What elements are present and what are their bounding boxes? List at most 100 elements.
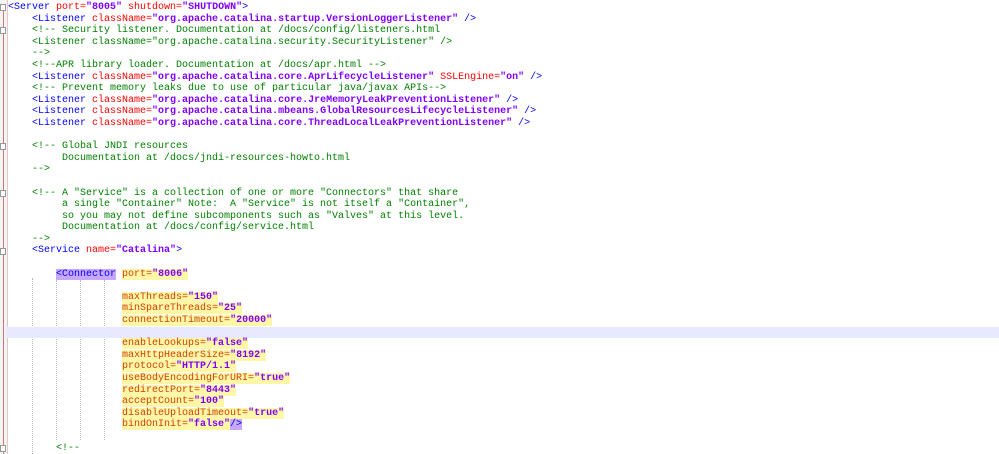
code-line[interactable]: ​ (8, 257, 999, 269)
xml-attribute: className= (86, 13, 153, 25)
code-line[interactable]: <!-- Prevent memory leaks due to use of … (8, 83, 999, 95)
code-line[interactable]: protocol="HTTP/1.1" (8, 361, 999, 373)
fold-margin[interactable] (0, 0, 8, 454)
xml-attribute: className= (86, 94, 153, 106)
code-line[interactable]: useBodyEncodingForURI="true" (8, 373, 999, 385)
xml-attribute: enableLookups= (122, 338, 207, 350)
code-line[interactable]: --> (8, 164, 999, 176)
xml-comment: Documentation at /docs/config/service.ht… (8, 222, 315, 234)
code-line[interactable]: maxThreads="150" (8, 291, 999, 304)
code-line[interactable]: minSpareThreads="25" (8, 303, 999, 315)
xml-comment: a single "Container" Note: A "Service" i… (8, 199, 471, 211)
code-line[interactable]: <!-- (8, 443, 999, 454)
code-line[interactable]: --> (8, 234, 999, 246)
code-line[interactable]: --> (8, 48, 999, 60)
xml-attribute: acceptCount= (122, 396, 195, 408)
code-line[interactable]: <!-- A "Service" is a collection of one … (8, 188, 999, 200)
xml-tag: /> (518, 106, 537, 118)
code-line[interactable]: acceptCount="100" (8, 396, 999, 408)
code-line[interactable]: so you may not define subcomponents such… (8, 211, 999, 223)
code-line[interactable]: enableLookups="false" (8, 338, 999, 350)
xml-comment: <!--APR library loader. Documentation at… (8, 59, 387, 71)
code-line[interactable]: connectionTimeout="20000" (8, 315, 999, 327)
xml-value: "org.apache.catalina.core.JreMemoryLeakP… (152, 94, 501, 106)
fold-toggle-icon[interactable] (0, 143, 6, 151)
code-line[interactable]: ​ (8, 176, 999, 188)
code-line[interactable]: <!-- Global JNDI resources (8, 141, 999, 153)
xml-attribute: maxThreads= (122, 291, 189, 303)
code-line[interactable]: <!--APR library loader. Documentation at… (8, 60, 999, 72)
code-line[interactable]: disableUploadTimeout="true" (8, 407, 999, 420)
xml-tag: <Connector (56, 268, 117, 280)
xml-value: "Catalina" (116, 245, 177, 257)
xml-tag: /> (512, 117, 531, 129)
code-line[interactable]: <Listener className="org.apache.catalina… (8, 37, 999, 49)
xml-value: "8443" (200, 384, 237, 396)
xml-tag: /> (500, 94, 519, 106)
code-line[interactable]: <Connector port="8006" (8, 268, 999, 281)
code-line[interactable]: a single "Container" Note: A "Service" i… (8, 199, 999, 211)
xml-attribute: name= (80, 245, 117, 257)
xml-tag: <Listener (32, 117, 87, 129)
xml-attribute: className= (86, 71, 153, 83)
code-line[interactable]: Documentation at /docs/config/service.ht… (8, 222, 999, 234)
code-line[interactable]: <Listener className="org.apache.catalina… (8, 106, 999, 118)
xml-comment: <!-- Security listener. Documentation at… (8, 25, 441, 37)
code-line[interactable]: <Service name="Catalina"> (8, 245, 999, 257)
xml-value: "SHUTDOWN" (182, 2, 243, 13)
fold-toggle-icon[interactable] (0, 444, 6, 452)
fold-toggle-icon[interactable] (0, 27, 6, 35)
code-line[interactable]: <Listener className="org.apache.catalina… (8, 95, 999, 107)
code-line[interactable]: ​ (8, 280, 999, 292)
xml-attribute: bindOnInit= (122, 419, 189, 431)
code-line[interactable]: <!-- Security listener. Documentation at… (8, 25, 999, 37)
xml-value: "org.apache.catalina.startup.VersionLogg… (152, 13, 459, 25)
xml-value: "20000" (230, 315, 273, 327)
xml-comment: --> (8, 48, 51, 60)
xml-comment: <Listener className="org.apache.catalina… (8, 36, 453, 48)
current-line[interactable]: ​ (6, 326, 999, 339)
xml-value: "8006" (152, 268, 189, 280)
code-line[interactable]: <Listener className="org.apache.catalina… (8, 72, 999, 84)
code-editor[interactable]: <Server port="8005" shutdown="SHUTDOWN">… (0, 0, 999, 454)
xml-attribute: port= (50, 2, 87, 13)
xml-tag: > (242, 2, 249, 13)
code-line[interactable]: ​ (8, 431, 999, 443)
xml-value: "false" (206, 338, 249, 350)
code-line[interactable]: ​ (8, 130, 999, 142)
xml-value: "150" (188, 291, 219, 303)
xml-attribute: SSLEngine= (434, 71, 501, 83)
xml-tag: <Service (32, 245, 81, 257)
code-line[interactable]: Documentation at /docs/jndi-resources-ho… (8, 153, 999, 165)
fold-toggle-icon[interactable] (0, 4, 6, 11)
code-line[interactable]: maxHttpHeaderSize="8192" (8, 349, 999, 362)
code-line[interactable]: bindOnInit="false"/> (8, 419, 999, 431)
fold-toggle-icon[interactable] (0, 189, 6, 197)
fold-toggle-icon[interactable] (0, 247, 6, 255)
code-line[interactable]: <Listener className="org.apache.catalina… (8, 14, 999, 26)
code-text-area[interactable]: <Server port="8005" shutdown="SHUTDOWN">… (6, 2, 999, 454)
xml-comment: <!-- Prevent memory leaks due to use of … (8, 83, 447, 95)
xml-attribute: connectionTimeout= (122, 315, 231, 327)
xml-tag: <Listener (32, 71, 87, 83)
code-line[interactable]: <Server port="8005" shutdown="SHUTDOWN"> (8, 2, 999, 14)
code-line[interactable]: redirectPort="8443" (8, 384, 999, 397)
xml-attribute: redirectPort= (122, 384, 201, 396)
xml-attribute: minSpareThreads= (122, 303, 219, 315)
code-line[interactable]: <Listener className="org.apache.catalina… (8, 118, 999, 130)
xml-comment: <!-- (8, 442, 81, 454)
